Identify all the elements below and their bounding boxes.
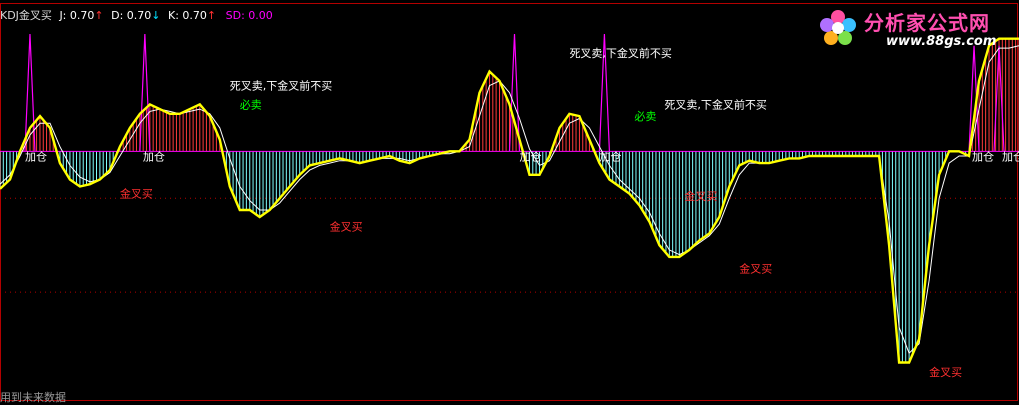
flower-logo-icon: [820, 10, 856, 45]
annotation-label: 必卖: [634, 110, 656, 123]
indicator-title: KDJ金叉买 J: 0.70↑ D: 0.70↓ K: 0.70↑ SD: 0.…: [0, 9, 273, 23]
site-logo: 分析家公式网 www.88gs.com: [816, 4, 1011, 52]
d-value: D: 0.70: [111, 9, 152, 22]
annotation-label: 金叉买: [929, 365, 962, 379]
annotation-label: 金叉买: [684, 189, 717, 203]
footer-note: 用到未来数据: [0, 391, 66, 404]
annotation-label: 加仓: [1002, 149, 1019, 163]
logo-url: www.88gs.com: [886, 34, 997, 49]
d-arrow-down-icon: ↓: [151, 9, 161, 22]
indicator-name: KDJ金叉买: [0, 9, 52, 22]
annotation-label: 死叉卖,下金叉前不买: [664, 97, 767, 111]
sd-value: SD: 0.00: [225, 9, 273, 22]
k-arrow-up-icon: ↑: [206, 9, 217, 22]
annotation-label: 加仓: [143, 149, 165, 163]
annotation-label: 金叉买: [120, 187, 153, 201]
annotation-label: 加仓: [599, 149, 621, 163]
annotation-label: 金叉买: [330, 219, 363, 233]
annotation-label: 加仓: [972, 149, 994, 163]
annotation-label: 死叉卖,下金叉前不买: [230, 79, 333, 93]
signal-spike: [139, 33, 151, 152]
j-arrow-up-icon: ↑: [94, 9, 104, 22]
j-value: J: 0.70: [59, 9, 95, 22]
annotation-label: 必卖: [240, 98, 262, 111]
annotation-label: 死叉卖,下金叉前不买: [569, 46, 672, 60]
k-value: K: 0.70: [168, 9, 207, 22]
chart-frame: [0, 3, 1018, 401]
logo-name: 分析家公式网: [864, 11, 990, 35]
annotation-label: 加仓: [519, 149, 541, 163]
annotation-label: 金叉买: [739, 262, 772, 276]
annotation-label: 加仓: [25, 149, 47, 163]
j-line: [0, 37, 1019, 364]
kdj-chart: 加仓 加仓 加仓 加仓 加仓 加仓死叉卖,下金叉前不买死叉卖,下金叉前不买死叉卖,下金叉前…: [0, 3, 1019, 401]
